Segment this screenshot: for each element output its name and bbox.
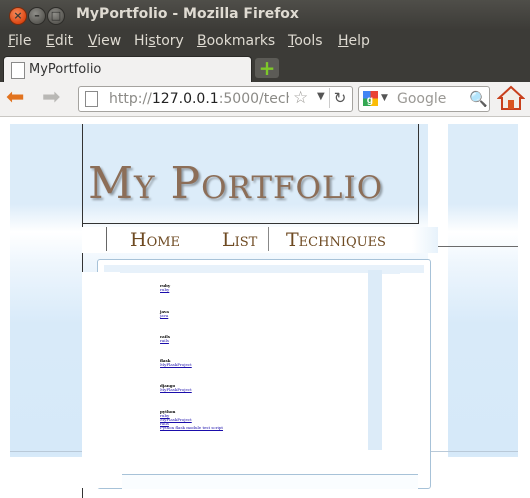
list-item: java java xyxy=(160,310,169,318)
entry-link[interactable]: ruby xyxy=(160,288,170,292)
page-right-strip xyxy=(428,124,448,498)
page-viewport: My Portfolio Home List Techniques ruby r… xyxy=(0,117,530,498)
reload-icon[interactable]: ↻ xyxy=(329,88,350,108)
new-tab-button[interactable]: + xyxy=(255,58,279,78)
chevron-down-icon[interactable]: ▼ xyxy=(317,91,325,102)
home-icon[interactable] xyxy=(497,85,525,111)
search-icon[interactable]: 🔍 xyxy=(469,90,488,108)
bookmark-star-icon[interactable]: ☆ xyxy=(293,88,308,108)
menu-file[interactable]: File xyxy=(8,33,31,49)
menu-edit[interactable]: Edit xyxy=(46,33,73,49)
list-item: python ruby MyFlaskProject rails Python … xyxy=(160,410,223,430)
menu-view[interactable]: View xyxy=(88,33,121,49)
chevron-down-icon[interactable]: ▼ xyxy=(381,93,388,103)
svg-text:g: g xyxy=(367,95,373,106)
arrow-right-icon[interactable]: ➡ xyxy=(42,87,60,109)
panel-gutter xyxy=(82,272,120,488)
list-item: django MyFlaskProject xyxy=(160,384,192,392)
tab-label: MyPortfolio xyxy=(29,62,102,77)
nav-fade xyxy=(412,227,438,253)
arrow-left-icon[interactable]: ⬅ xyxy=(6,87,24,109)
window-close-button[interactable]: × xyxy=(9,7,27,25)
menu-help[interactable]: Help xyxy=(338,33,370,49)
entry-link[interactable]: java xyxy=(160,314,169,318)
list-item: rails rails xyxy=(160,335,170,343)
window-titlebar: × – □ MyPortfolio - Mozilla Firefox xyxy=(0,0,530,30)
site-title: My Portfolio xyxy=(88,158,384,209)
nav-techniques[interactable]: Techniques xyxy=(286,229,386,251)
layout-border xyxy=(418,124,419,224)
panel-rail xyxy=(382,270,400,274)
menu-bookmarks[interactable]: Bookmarks xyxy=(197,33,275,49)
tab-strip: MyPortfolio + xyxy=(0,54,530,83)
content-panel xyxy=(82,259,431,489)
search-placeholder: Google xyxy=(397,91,447,107)
nav-home[interactable]: Home xyxy=(130,229,180,251)
menu-tools[interactable]: Tools xyxy=(288,33,323,49)
list-item: ruby ruby xyxy=(160,284,170,292)
panel-rail xyxy=(368,270,382,450)
nav-separator xyxy=(106,227,107,251)
window-minimize-button[interactable]: – xyxy=(28,7,46,25)
google-icon[interactable]: g xyxy=(363,91,378,106)
window-title: MyPortfolio - Mozilla Firefox xyxy=(76,6,299,22)
navigation-toolbar: ⬅ ➡ http://127.0.0.1:5000/techr ☆ ▼ ↻ g … xyxy=(0,82,530,117)
entry-link[interactable]: rails xyxy=(160,339,170,343)
nav-list[interactable]: List xyxy=(222,229,257,251)
page-icon xyxy=(11,62,25,79)
url-text[interactable]: http://127.0.0.1:5000/techr xyxy=(109,91,289,107)
menu-history[interactable]: History xyxy=(134,33,184,49)
window-maximize-button[interactable]: □ xyxy=(47,7,65,25)
nav-separator xyxy=(268,227,269,251)
entry-link[interactable]: Python flask module test script xyxy=(160,426,223,430)
site-nav: Home List Techniques xyxy=(82,227,438,253)
tab-myportfolio[interactable]: MyPortfolio xyxy=(3,56,252,83)
search-bar[interactable]: g ▼ Google 🔍 xyxy=(358,86,490,112)
menu-bar: File Edit View History Bookmarks Tools H… xyxy=(0,30,530,54)
entry-link[interactable]: MyFlaskProject xyxy=(160,388,192,392)
panel-footer xyxy=(122,474,418,489)
entry-link[interactable]: MyFlaskProject xyxy=(160,363,192,367)
list-item: flask MyFlaskProject xyxy=(160,359,192,367)
page-icon xyxy=(85,91,98,107)
header-border xyxy=(82,223,419,224)
url-bar[interactable]: http://127.0.0.1:5000/techr ☆ ▼ ↻ xyxy=(78,86,353,112)
